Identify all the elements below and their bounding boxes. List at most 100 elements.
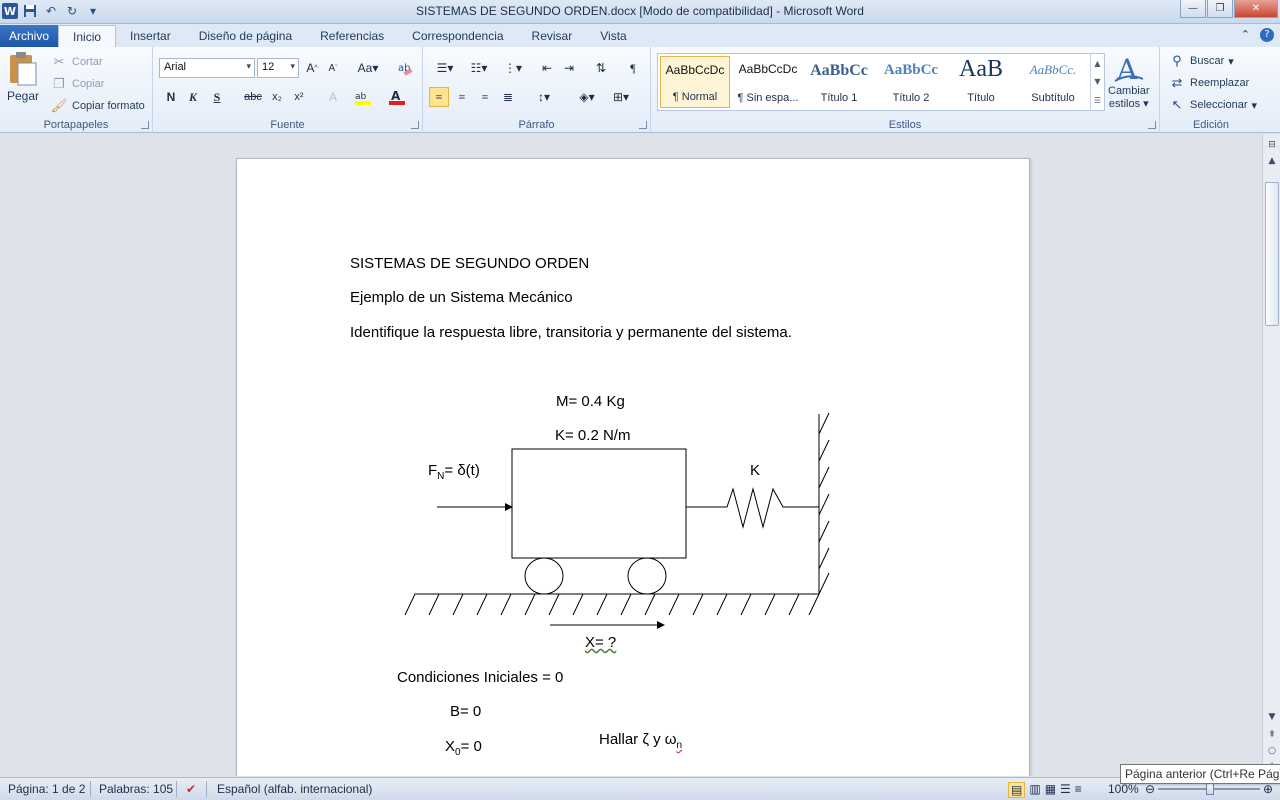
change-styles-icon: A <box>1114 53 1144 85</box>
svg-text:A: A <box>1116 53 1138 85</box>
cut-button[interactable]: ✂ Cortar <box>50 53 103 71</box>
find-parameters: Hallar ζ y ωn <box>599 731 682 751</box>
document-area[interactable]: SISTEMAS DE SEGUNDO ORDEN Ejemplo de un … <box>0 134 1262 776</box>
ruler-toggle-icon[interactable]: ⊟ <box>1265 138 1279 152</box>
format-painter-button[interactable]: 🖌 Copiar formato <box>50 97 145 115</box>
style-heading-2[interactable]: AaBbCc Título 2 <box>876 56 946 108</box>
scroll-thumb[interactable] <box>1265 182 1279 326</box>
gallery-more-icon[interactable]: ☰ <box>1094 96 1101 105</box>
tab-revisar[interactable]: Revisar <box>518 25 587 47</box>
close-button[interactable]: ✕ <box>1234 0 1278 18</box>
borders-icon[interactable]: ⊞▾ <box>607 87 635 107</box>
styles-gallery-scroll[interactable]: ▲ ▼ ☰ <box>1090 54 1104 110</box>
style-heading-1[interactable]: AaBbCc Título 1 <box>804 56 874 108</box>
zoom-out-icon[interactable]: ⊖ <box>1145 782 1155 796</box>
bullets-icon[interactable]: ☰▾ <box>431 58 459 78</box>
full-screen-reading-icon[interactable]: ▥ <box>1029 782 1040 798</box>
clipboard-launcher-icon[interactable] <box>141 121 149 129</box>
x0-rest: = 0 <box>460 738 482 755</box>
browse-object-icon[interactable]: ○ <box>1265 744 1279 758</box>
gallery-up-icon[interactable]: ▲ <box>1094 59 1100 68</box>
find-main: Hallar ζ y ω <box>599 731 677 748</box>
print-layout-icon[interactable]: ▤ <box>1008 782 1026 798</box>
font-size-combo[interactable]: 12 <box>257 58 299 78</box>
font-launcher-icon[interactable] <box>411 121 419 129</box>
underline-button[interactable]: S <box>207 87 227 107</box>
style-title[interactable]: AaB Título <box>946 56 1016 108</box>
tab-file[interactable]: Archivo <box>0 25 59 47</box>
find-sub: n <box>676 740 683 751</box>
style-heading-2-sample: AaBbCc <box>883 62 939 78</box>
replace-button[interactable]: ⇄ Reemplazar <box>1168 74 1250 92</box>
style-normal[interactable]: AaBbCcDc ¶ Normal <box>660 56 730 108</box>
scroll-up-arrow-icon[interactable]: ▲ <box>1265 154 1279 168</box>
minimize-button[interactable]: — <box>1180 0 1206 18</box>
subscript-button[interactable]: x₂ <box>267 87 287 107</box>
vertical-scrollbar[interactable]: ⊟ ▲ ▼ ⇞ ○ ⇟ <box>1262 134 1280 776</box>
numbering-icon[interactable]: ☷▾ <box>465 58 493 78</box>
v0-condition: V0= 0 <box>445 773 482 776</box>
gallery-down-icon[interactable]: ▼ <box>1094 77 1100 86</box>
paragraph-launcher-icon[interactable] <box>639 121 647 129</box>
scroll-down-arrow-icon[interactable]: ▼ <box>1265 710 1279 724</box>
superscript-button[interactable]: x² <box>289 87 309 107</box>
line-spacing-icon[interactable]: ↕▾ <box>531 87 557 107</box>
previous-page-icon[interactable]: ⇞ <box>1265 728 1279 742</box>
text-effects-icon[interactable]: A <box>323 87 343 107</box>
proofing-icon[interactable]: ✔ <box>186 782 196 796</box>
word-count[interactable]: Palabras: 105 <box>99 782 173 796</box>
shrink-font-icon[interactable]: Aˇ <box>323 58 343 78</box>
page-counter[interactable]: Página: 1 de 2 <box>8 782 85 796</box>
web-layout-icon[interactable]: ▦ <box>1045 782 1056 798</box>
paste-button[interactable]: Pegar <box>6 51 40 103</box>
align-right-icon[interactable]: ≡ <box>475 87 495 107</box>
language[interactable]: Español (alfab. internacional) <box>217 782 372 796</box>
zoom-level[interactable]: 100% <box>1108 782 1139 796</box>
strikethrough-button[interactable]: abc <box>241 87 265 107</box>
change-case-button[interactable]: Aa ▾ <box>355 58 381 78</box>
align-center-icon[interactable]: ≡ <box>452 87 472 107</box>
grow-font-icon[interactable]: A ^ <box>302 58 322 78</box>
outline-icon[interactable]: ☰ <box>1060 782 1071 798</box>
justify-icon[interactable]: ≣ <box>498 87 518 107</box>
minimize-ribbon-icon[interactable]: ⌃ <box>1241 28 1250 42</box>
style-heading-1-name: Título 1 <box>820 92 858 104</box>
sort-icon[interactable]: ⇅ <box>591 58 611 78</box>
tab-correspondencia[interactable]: Correspondencia <box>398 25 517 47</box>
tab-diseno-pagina[interactable]: Diseño de página <box>185 25 306 47</box>
replace-icon: ⇄ <box>1171 75 1183 90</box>
bold-button[interactable]: N <box>161 87 181 107</box>
style-subtitle[interactable]: AaBbCc. Subtítulo <box>1018 56 1088 108</box>
style-no-spacing[interactable]: AaBbCcDc ¶ Sin espa... <box>733 56 803 108</box>
zoom-in-icon[interactable]: ⊕ <box>1263 782 1273 796</box>
clear-formatting-icon[interactable]: ab <box>396 58 416 78</box>
italic-button[interactable]: K <box>183 87 203 107</box>
show-formatting-marks-icon[interactable]: ¶ <box>623 58 643 78</box>
shading-icon[interactable]: ◈▾ <box>573 87 601 107</box>
spring <box>686 487 819 529</box>
multilevel-list-icon[interactable]: ⋮▾ <box>499 58 527 78</box>
help-icon[interactable]: ? <box>1260 28 1274 42</box>
document-page[interactable]: SISTEMAS DE SEGUNDO ORDEN Ejemplo de un … <box>236 158 1030 776</box>
align-left-icon[interactable]: ≡ <box>429 87 449 107</box>
x0-condition: X0= 0 <box>445 738 482 758</box>
group-editing: ⚲ Buscar ▾ ⇄ Reemplazar ↖ Seleccionar ▾ Ed… <box>1160 47 1262 133</box>
font-color-icon[interactable]: A <box>387 87 407 107</box>
restore-button[interactable]: ❐ <box>1207 0 1233 18</box>
binoculars-icon: ⚲ <box>1172 53 1182 68</box>
tab-inicio[interactable]: Inicio <box>58 25 117 47</box>
select-button[interactable]: ↖ Seleccionar ▾ <box>1168 96 1257 114</box>
change-styles-button[interactable]: A Cambiar estilos ▾ <box>1108 53 1150 110</box>
styles-launcher-icon[interactable] <box>1148 121 1156 129</box>
decrease-indent-icon[interactable]: ⇤ <box>537 58 557 78</box>
copy-button[interactable]: ❐ Copiar <box>50 75 104 93</box>
increase-indent-icon[interactable]: ⇥ <box>559 58 579 78</box>
tab-referencias[interactable]: Referencias <box>306 25 398 47</box>
draft-icon[interactable]: ≡ <box>1075 782 1082 798</box>
tab-insertar[interactable]: Insertar <box>116 25 185 47</box>
tab-vista[interactable]: Vista <box>586 25 640 47</box>
highlight-color-icon[interactable]: ab <box>353 87 373 107</box>
zoom-slider-knob[interactable] <box>1206 783 1214 795</box>
font-name-combo[interactable]: Arial <box>159 58 255 78</box>
find-button[interactable]: ⚲ Buscar ▾ <box>1168 52 1234 70</box>
